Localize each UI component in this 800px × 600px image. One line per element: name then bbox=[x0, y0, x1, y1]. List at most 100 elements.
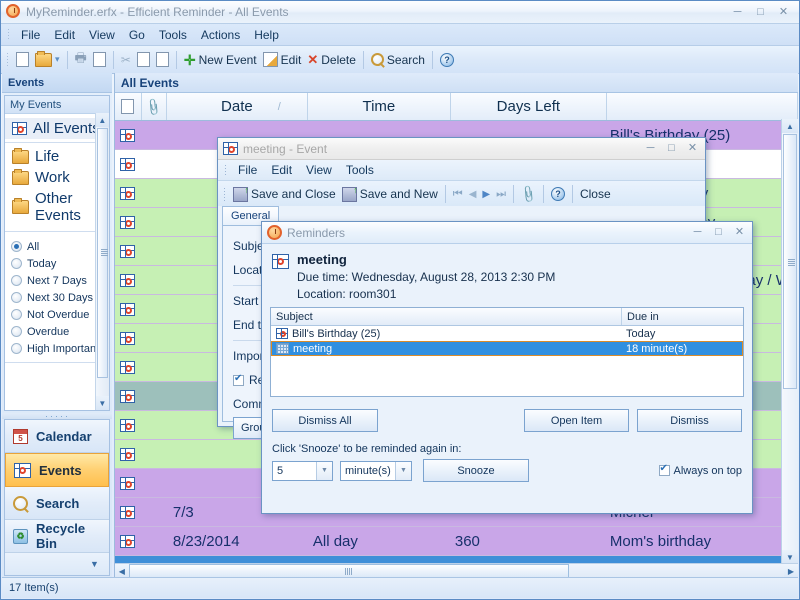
sidebar-item-search[interactable]: Search bbox=[5, 487, 109, 520]
always-on-top-checkbox[interactable]: Always on top bbox=[659, 465, 742, 477]
menu-go[interactable]: Go bbox=[122, 26, 152, 44]
paste-button[interactable] bbox=[153, 49, 172, 71]
delete-label: Delete bbox=[321, 53, 356, 67]
toolbar-grip[interactable] bbox=[6, 52, 9, 68]
close-button[interactable]: ✕ bbox=[773, 5, 794, 20]
print-preview-button[interactable] bbox=[90, 49, 109, 71]
dismiss-all-button[interactable]: Dismiss All bbox=[272, 409, 378, 432]
sidebar-item-events[interactable]: Events bbox=[5, 453, 109, 487]
chevron-down-icon[interactable]: ▼ bbox=[316, 462, 332, 480]
menu-view[interactable]: View bbox=[82, 26, 122, 44]
event-menu-file[interactable]: File bbox=[231, 161, 264, 179]
sidebar-item-other-events[interactable]: Other Events bbox=[5, 188, 109, 226]
print-button[interactable]: 🖶 bbox=[72, 49, 90, 71]
edit-button[interactable]: Edit bbox=[260, 49, 305, 71]
event-menu-view[interactable]: View bbox=[299, 161, 339, 179]
open-button[interactable]: ▾ bbox=[32, 49, 63, 71]
save-and-close-button[interactable]: Save and Close bbox=[230, 183, 339, 205]
menubar-grip[interactable] bbox=[7, 28, 10, 41]
column-header-attachment-doc[interactable] bbox=[115, 93, 142, 120]
menu-actions[interactable]: Actions bbox=[194, 26, 247, 44]
new-document-button[interactable] bbox=[13, 49, 32, 71]
next-record-button[interactable]: ▶ bbox=[479, 183, 493, 205]
scroll-up-icon[interactable]: ▲ bbox=[782, 119, 798, 133]
event-menu-tools[interactable]: Tools bbox=[339, 161, 381, 179]
sidebar-item-work[interactable]: Work bbox=[5, 167, 109, 188]
menu-tools[interactable]: Tools bbox=[152, 26, 194, 44]
column-header-time[interactable]: Time bbox=[308, 93, 451, 120]
sidebar-scrollbar[interactable]: ▲ ▼ bbox=[95, 113, 109, 410]
list-item[interactable]: Bill's Birthday (25) Today bbox=[271, 326, 743, 341]
search-button[interactable]: Search bbox=[368, 49, 428, 71]
row-date: 8/23/2014 bbox=[165, 533, 305, 550]
radio-icon bbox=[11, 258, 22, 269]
table-row[interactable]: 8/23/2014 All day 360 Mom's birthday bbox=[115, 527, 798, 556]
sidebar-item-all-events[interactable]: All Events bbox=[5, 118, 109, 139]
maximize-button[interactable]: □ bbox=[750, 5, 771, 20]
save-and-new-button[interactable]: Save and New bbox=[339, 183, 441, 205]
row-icon-cell bbox=[115, 158, 141, 171]
reminders-dialog[interactable]: Reminders ─ □ ✕ meeting Due time: Wednes… bbox=[261, 221, 753, 514]
scroll-right-icon[interactable]: ▶ bbox=[784, 564, 798, 578]
attachment-button[interactable]: 📎 bbox=[518, 183, 539, 205]
list-item[interactable]: meeting 18 minute(s) bbox=[271, 341, 743, 356]
checkbox-icon[interactable] bbox=[233, 375, 244, 386]
scroll-left-icon[interactable]: ◀ bbox=[115, 564, 129, 578]
close-button[interactable]: Close bbox=[577, 183, 614, 205]
chevron-down-icon[interactable]: ▼ bbox=[395, 462, 411, 480]
list-column-due-in[interactable]: Due in bbox=[622, 308, 743, 325]
event-maximize-button[interactable]: □ bbox=[661, 141, 682, 156]
toolbar-grip[interactable] bbox=[223, 187, 226, 202]
paste-icon bbox=[156, 52, 169, 67]
sidebar-item-recycle-bin[interactable]: ♻ Recycle Bin bbox=[5, 520, 109, 553]
sidebar-more-button[interactable]: ▼ bbox=[5, 553, 109, 575]
menu-file[interactable]: File bbox=[14, 26, 47, 44]
column-header-subject[interactable] bbox=[607, 93, 798, 120]
column-header-attachment[interactable]: 📎 bbox=[142, 93, 167, 120]
menu-help[interactable]: Help bbox=[247, 26, 286, 44]
grid-horizontal-scrollbar[interactable]: ◀ ▶ bbox=[115, 563, 798, 578]
reminders-maximize-button[interactable]: □ bbox=[708, 225, 729, 240]
reminders-list[interactable]: Subject Due in Bill's Birthday (25) Toda… bbox=[270, 307, 744, 397]
sidebar-item-calendar[interactable]: 5 Calendar bbox=[5, 420, 109, 453]
copy-button[interactable] bbox=[134, 49, 153, 71]
column-header-date[interactable]: Date / bbox=[167, 93, 308, 120]
menubar-grip[interactable] bbox=[224, 164, 227, 177]
menu-edit[interactable]: Edit bbox=[47, 26, 82, 44]
sidebar-divider bbox=[5, 231, 109, 232]
help-button[interactable]: ? bbox=[437, 49, 457, 71]
column-header-days-left[interactable]: Days Left bbox=[451, 93, 607, 120]
new-event-button[interactable]: ✛ New Event bbox=[181, 49, 260, 71]
status-bar: 17 Item(s) bbox=[2, 577, 798, 598]
scroll-up-icon[interactable]: ▲ bbox=[96, 113, 109, 127]
scrollbar-thumb[interactable] bbox=[97, 128, 108, 378]
scrollbar-thumb[interactable] bbox=[129, 564, 569, 578]
minimize-button[interactable]: ─ bbox=[727, 5, 748, 20]
scroll-down-icon[interactable]: ▼ bbox=[96, 396, 109, 410]
sidebar-item-life[interactable]: Life bbox=[5, 146, 109, 167]
previous-record-button[interactable]: ◀ bbox=[466, 183, 480, 205]
toolbar-separator bbox=[432, 51, 433, 69]
event-minimize-button[interactable]: ─ bbox=[640, 141, 661, 156]
cut-button[interactable]: ✂ bbox=[118, 49, 134, 71]
first-record-button[interactable]: ⏮ bbox=[450, 183, 466, 205]
event-help-button[interactable]: ? bbox=[548, 183, 568, 205]
checkbox-icon[interactable] bbox=[659, 465, 670, 476]
reminders-minimize-button[interactable]: ─ bbox=[687, 225, 708, 240]
sidebar-group-title: My Events bbox=[5, 96, 109, 114]
list-column-subject[interactable]: Subject bbox=[271, 308, 622, 325]
last-record-button[interactable]: ⏭ bbox=[493, 183, 509, 205]
event-close-button[interactable]: ✕ bbox=[682, 141, 703, 156]
snooze-button[interactable]: Snooze bbox=[423, 459, 529, 482]
scroll-down-icon[interactable]: ▼ bbox=[782, 550, 798, 564]
open-item-button[interactable]: Open Item bbox=[524, 409, 629, 432]
scrollbar-thumb[interactable] bbox=[783, 134, 797, 389]
snooze-unit-dropdown[interactable]: minute(s) ▼ bbox=[340, 461, 412, 481]
grid-vertical-scrollbar[interactable]: ▲ ▼ bbox=[781, 119, 798, 564]
snooze-value-dropdown[interactable]: 5 ▼ bbox=[272, 461, 333, 481]
dismiss-button[interactable]: Dismiss bbox=[637, 409, 742, 432]
event-menu-edit[interactable]: Edit bbox=[264, 161, 299, 179]
delete-button[interactable]: ✕ Delete bbox=[304, 49, 359, 71]
sidebar-tree-panel: My Events All Events Life Work bbox=[4, 95, 110, 411]
reminders-close-button[interactable]: ✕ bbox=[729, 225, 750, 240]
